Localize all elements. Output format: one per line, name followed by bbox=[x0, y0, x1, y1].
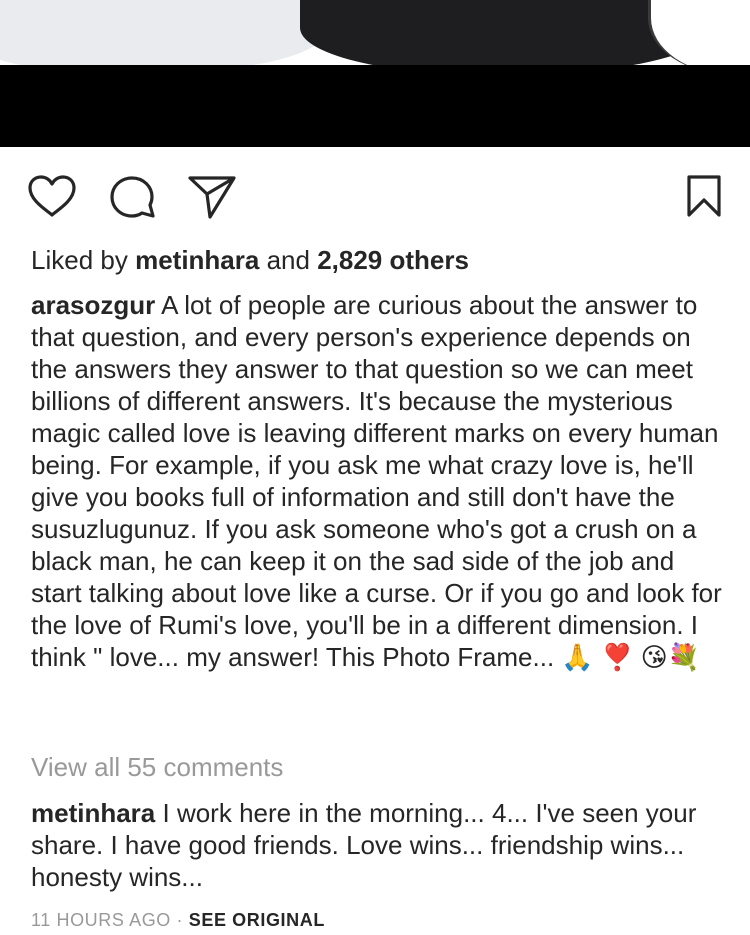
caption-username[interactable]: arasozgur bbox=[31, 290, 155, 320]
view-all-comments-link[interactable]: View all 55 comments bbox=[31, 751, 283, 783]
post-caption: arasozgur A lot of people are curious ab… bbox=[31, 289, 731, 673]
see-original-link[interactable]: SEE ORIGINAL bbox=[189, 910, 325, 930]
meta-separator: · bbox=[176, 910, 184, 930]
likes-prefix: Liked by bbox=[31, 245, 128, 275]
bookmark-outline-icon[interactable] bbox=[686, 174, 722, 218]
paper-plane-icon[interactable] bbox=[187, 174, 237, 220]
caption-text: A lot of people are curious about the an… bbox=[31, 290, 722, 672]
post-photo[interactable] bbox=[0, 0, 750, 66]
comment-bubble-icon[interactable] bbox=[108, 174, 156, 220]
post-meta: 11 HOURS AGO · SEE ORIGINAL bbox=[31, 908, 325, 932]
post-action-bar bbox=[0, 168, 750, 224]
post-timestamp: 11 HOURS AGO bbox=[31, 910, 171, 930]
caption-emojis: 🙏 ❣️ 😘💐 bbox=[561, 642, 701, 672]
photo-shirt-region bbox=[0, 0, 330, 66]
photo-bottom-bar bbox=[0, 65, 750, 147]
liked-by-username[interactable]: metinhara bbox=[135, 245, 259, 275]
comment-item: metinhara I work here in the morning... … bbox=[31, 797, 731, 893]
comment-username[interactable]: metinhara bbox=[31, 798, 155, 828]
likes-connector: and bbox=[266, 245, 310, 275]
heart-outline-icon[interactable] bbox=[27, 174, 77, 218]
likes-others-count[interactable]: 2,829 others bbox=[317, 245, 469, 275]
likes-summary[interactable]: Liked by metinhara and 2,829 others bbox=[31, 244, 469, 276]
